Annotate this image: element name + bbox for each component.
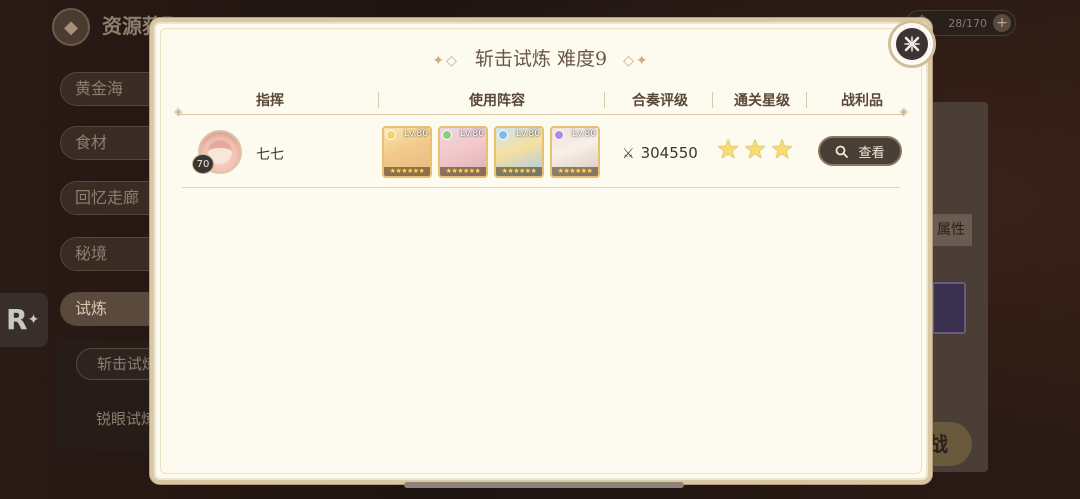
resource-counter-value: 28/170 xyxy=(948,16,987,30)
table-header: 指挥 使用阵容 合奏评级 通关星级 战利品 xyxy=(182,88,900,112)
hero-card[interactable]: Lv.80 ★★★★★★ xyxy=(494,126,544,178)
header-clear-stars: 通关星级 xyxy=(734,93,790,109)
right-item-card xyxy=(932,282,966,334)
scroll-indicator xyxy=(404,482,684,488)
header-divider xyxy=(806,92,807,108)
clear-stars: ★ ★ ★ xyxy=(716,135,794,165)
view-loot-button[interactable]: 查看 xyxy=(818,136,902,166)
star-icon: ★ xyxy=(716,135,740,165)
hero-star-rank: ★★★★★★ xyxy=(496,167,542,176)
header-divider-line xyxy=(174,105,908,118)
header-lineup: 使用阵容 xyxy=(469,93,525,109)
hero-star-rank: ★★★★★★ xyxy=(384,167,430,176)
header-rating: 合奏评级 xyxy=(632,93,688,109)
header-loot: 战利品 xyxy=(841,93,883,109)
modal-title: 斩击试炼 难度9 xyxy=(474,48,608,70)
hero-card[interactable]: Lv.80 ★★★★★★ xyxy=(438,126,488,178)
hero-card[interactable]: Lv.80 ★★★★★★ xyxy=(382,126,432,178)
hero-level: Lv.80 xyxy=(404,129,428,139)
star-icon: ★ xyxy=(770,135,794,165)
header-divider xyxy=(378,92,379,108)
hero-level: Lv.80 xyxy=(460,129,484,139)
hero-star-rank: ★★★★★★ xyxy=(552,167,598,176)
hero-star-rank: ★★★★★★ xyxy=(440,167,486,176)
header-divider xyxy=(604,92,605,108)
hero-level: Lv.80 xyxy=(516,129,540,139)
close-button[interactable] xyxy=(888,20,936,68)
element-icon xyxy=(386,130,396,140)
add-resource-button[interactable]: + xyxy=(993,14,1011,32)
header-divider xyxy=(712,92,713,108)
close-x-icon xyxy=(896,28,928,60)
modal-title-row: ✦◇ 斩击试炼 难度9 ◇✦ xyxy=(154,44,928,71)
view-loot-label: 查看 xyxy=(858,145,885,161)
star-icon: ★ xyxy=(743,135,767,165)
right-attribute-label: 属性 xyxy=(930,214,972,246)
hero-level: Lv.80 xyxy=(572,129,596,139)
record-modal: ✦◇ 斩击试炼 难度9 ◇✦ 指挥 使用阵容 合奏评级 通关星级 战利品 70 … xyxy=(150,18,936,488)
r-logo-icon: R✦ xyxy=(0,293,48,347)
score-value: 304550 xyxy=(640,144,698,162)
element-icon xyxy=(554,130,564,140)
commander-level-badge: 70 xyxy=(192,154,214,174)
crossed-swords-icon: ⚔ xyxy=(622,146,635,162)
title-ornament-right-icon: ◇✦ xyxy=(623,53,650,69)
element-icon xyxy=(442,130,452,140)
commander-name: 七七 xyxy=(256,147,284,163)
element-icon xyxy=(498,130,508,140)
hero-card[interactable]: Lv.80 ★★★★★★ xyxy=(550,126,600,178)
title-ornament-left-icon: ✦◇ xyxy=(432,53,459,69)
header-commander: 指挥 xyxy=(256,93,284,109)
back-icon[interactable]: ◆ xyxy=(52,8,90,46)
table-row: 70 七七 Lv.80 ★★★★★★ Lv.80 ★★★★★★ Lv.80 ★★… xyxy=(182,120,902,188)
ensemble-score: ⚔ 304550 xyxy=(622,144,698,162)
magnifier-icon xyxy=(836,145,849,158)
